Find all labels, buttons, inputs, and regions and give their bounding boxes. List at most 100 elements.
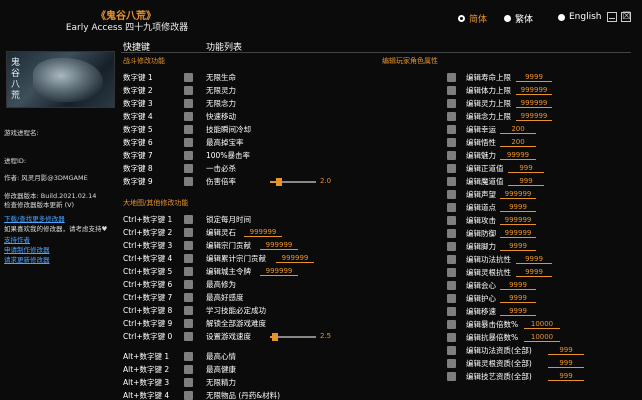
feature-toggle[interactable] <box>184 138 193 147</box>
request-trainer-link[interactable]: 申请制作修改器 <box>4 244 50 254</box>
feature-toggle[interactable] <box>184 365 193 374</box>
attribute-value-field[interactable]: 999999 <box>516 112 552 121</box>
hotkey-label: Ctrl+数字键 6 <box>123 280 173 289</box>
check-update-label[interactable]: 检查修改器版本更新 (V) <box>4 199 74 209</box>
feature-toggle[interactable] <box>184 151 193 160</box>
attribute-toggle[interactable] <box>447 333 456 342</box>
attribute-toggle[interactable] <box>447 242 456 251</box>
attribute-toggle[interactable] <box>447 151 456 160</box>
attribute-value-field[interactable]: 999999 <box>500 229 536 238</box>
feature-toggle[interactable] <box>184 86 193 95</box>
attribute-value-field[interactable]: 999 <box>548 372 584 381</box>
value-slider[interactable] <box>270 333 316 341</box>
process-id-label: 进程ID: <box>4 157 27 165</box>
attribute-label: 编辑魅力 <box>466 151 496 160</box>
attribute-toggle[interactable] <box>447 216 456 225</box>
feature-toggle[interactable] <box>184 306 193 315</box>
attribute-toggle[interactable] <box>447 346 456 355</box>
attribute-value-field[interactable]: 200 <box>500 125 536 134</box>
request-update-link[interactable]: 请求更新修改器 <box>4 254 50 264</box>
attribute-toggle[interactable] <box>447 112 456 121</box>
feature-toggle[interactable] <box>184 99 193 108</box>
lang-option-traditional[interactable]: 繁体 <box>504 12 533 25</box>
feature-toggle[interactable] <box>184 112 193 121</box>
feature-toggle[interactable] <box>184 254 193 263</box>
feature-label: 编辑宗门贡献 <box>206 241 251 250</box>
value-slider[interactable] <box>270 178 316 186</box>
feature-toggle[interactable] <box>184 73 193 82</box>
attribute-toggle[interactable] <box>447 320 456 329</box>
attribute-toggle[interactable] <box>447 268 456 277</box>
attribute-value-field[interactable]: 200 <box>500 138 536 147</box>
close-button[interactable]: ☒ <box>621 12 631 22</box>
attribute-toggle[interactable] <box>447 125 456 134</box>
attribute-toggle[interactable] <box>447 177 456 186</box>
attribute-toggle[interactable] <box>447 281 456 290</box>
attribute-toggle[interactable] <box>447 138 456 147</box>
feature-toggle[interactable] <box>184 228 193 237</box>
attribute-toggle[interactable] <box>447 203 456 212</box>
value-field[interactable]: 999999 <box>260 267 298 276</box>
attribute-label: 编辑技艺资质(全部) <box>466 372 532 381</box>
attribute-value-field[interactable]: 999 <box>548 346 584 355</box>
feature-toggle[interactable] <box>184 391 193 400</box>
attribute-value-field[interactable]: 9999 <box>516 255 552 264</box>
attribute-value-field[interactable]: 9999 <box>516 268 552 277</box>
attribute-value-field[interactable]: 9999 <box>500 203 536 212</box>
attribute-value-field[interactable]: 99999 <box>500 151 536 160</box>
attribute-toggle[interactable] <box>447 73 456 82</box>
feature-toggle[interactable] <box>184 241 193 250</box>
attribute-value-field[interactable]: 999999 <box>516 99 552 108</box>
radio-selected-icon <box>458 15 465 22</box>
attribute-label: 编辑念力上限 <box>466 112 511 121</box>
value-field[interactable]: 999999 <box>244 228 282 237</box>
feature-label: 快速移动 <box>206 112 236 121</box>
attribute-toggle[interactable] <box>447 229 456 238</box>
download-more-link[interactable]: 下载/查找更多修改器 <box>4 213 65 223</box>
feature-toggle[interactable] <box>184 267 193 276</box>
feature-toggle[interactable] <box>184 280 193 289</box>
game-logo: 鬼谷八荒 <box>11 58 21 101</box>
attribute-toggle[interactable] <box>447 99 456 108</box>
lang-option-simplified[interactable]: 简体 <box>458 12 487 25</box>
attribute-value-field[interactable]: 999999 <box>500 190 536 199</box>
attribute-toggle[interactable] <box>447 372 456 381</box>
feature-label: 最高心情 <box>206 352 236 361</box>
attribute-value-field[interactable]: 999 <box>508 164 544 173</box>
feature-toggle[interactable] <box>184 293 193 302</box>
attribute-value-field[interactable]: 9999 <box>500 294 536 303</box>
value-field[interactable]: 999999 <box>276 254 314 263</box>
attribute-value-field[interactable]: 999999 <box>500 216 536 225</box>
attribute-toggle[interactable] <box>447 359 456 368</box>
attribute-value-field[interactable]: 10000 <box>524 333 560 342</box>
minimize-button[interactable] <box>607 12 617 22</box>
attribute-toggle[interactable] <box>447 190 456 199</box>
feature-toggle[interactable] <box>184 215 193 224</box>
feature-toggle[interactable] <box>184 177 193 186</box>
feature-toggle[interactable] <box>184 378 193 387</box>
slider-thumb[interactable] <box>276 178 283 186</box>
attribute-value-field[interactable]: 9999 <box>500 307 536 316</box>
attribute-value-field[interactable]: 10000 <box>524 320 560 329</box>
value-field[interactable]: 999999 <box>260 241 298 250</box>
feature-toggle[interactable] <box>184 352 193 361</box>
attribute-toggle[interactable] <box>447 294 456 303</box>
feature-toggle[interactable] <box>184 319 193 328</box>
attribute-value-field[interactable]: 9999 <box>516 73 552 82</box>
lang-option-english[interactable]: English <box>558 12 602 22</box>
attribute-value-field[interactable]: 9999 <box>500 242 536 251</box>
slider-thumb[interactable] <box>271 333 278 341</box>
feature-toggle[interactable] <box>184 164 193 173</box>
support-author-link[interactable]: 支持作者 <box>4 234 30 244</box>
attribute-toggle[interactable] <box>447 255 456 264</box>
player-section-label: 编辑玩家角色属性 <box>382 57 438 65</box>
feature-toggle[interactable] <box>184 125 193 134</box>
attribute-toggle[interactable] <box>447 86 456 95</box>
attribute-toggle[interactable] <box>447 307 456 316</box>
attribute-value-field[interactable]: 999 <box>548 359 584 368</box>
feature-toggle[interactable] <box>184 332 193 341</box>
attribute-value-field[interactable]: 999999 <box>516 86 552 95</box>
attribute-toggle[interactable] <box>447 164 456 173</box>
attribute-value-field[interactable]: 9999 <box>500 281 536 290</box>
attribute-value-field[interactable]: 999 <box>508 177 544 186</box>
